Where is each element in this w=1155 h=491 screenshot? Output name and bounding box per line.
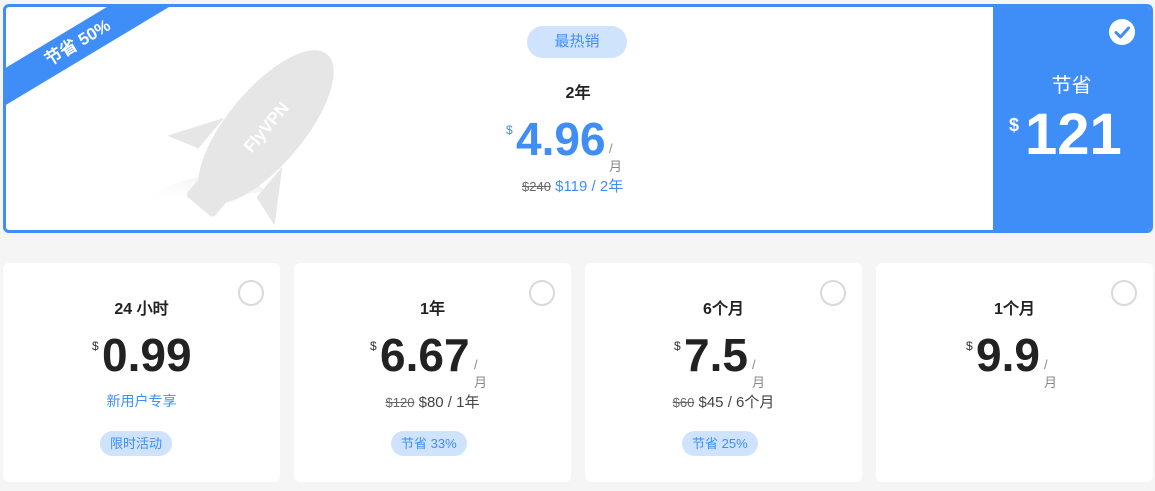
plan-term: 24 小时 bbox=[114, 301, 169, 318]
plan-badge: 节省 33% bbox=[391, 431, 467, 456]
plan-currency: $ bbox=[370, 339, 377, 353]
featured-amount: 4.96 bbox=[516, 113, 606, 165]
plan-amount: 6.67 bbox=[380, 329, 470, 381]
plan-currency: $ bbox=[966, 339, 973, 353]
plan-original-price: $60 bbox=[672, 395, 695, 410]
bestseller-badge: 最热销 bbox=[527, 26, 627, 58]
plan-unit: /月 bbox=[474, 357, 488, 390]
plan-original-price: $120 bbox=[385, 395, 415, 410]
plan-amount: 7.5 bbox=[684, 329, 748, 381]
plan-currency: $ bbox=[674, 339, 681, 353]
featured-original-price: $240 bbox=[522, 179, 551, 194]
plan-card-1y[interactable]: 1年 $ 6.67 /月 $120 $80 / 1年 节省 33% bbox=[294, 263, 571, 482]
featured-plan-card[interactable]: 节省 50% FlyVPN 最热销 2年 $ 4.96 /月 $240 $119… bbox=[3, 4, 1153, 233]
plan-unit: /月 bbox=[1044, 357, 1058, 390]
savings-currency: $ bbox=[1009, 115, 1020, 135]
plan-currency: $ bbox=[92, 339, 99, 353]
plan-total: $60 $45 / 6个月 bbox=[585, 391, 862, 412]
featured-total: $240 $119 / 2年 bbox=[522, 175, 623, 196]
plan-amount: 9.9 bbox=[976, 329, 1040, 381]
plan-card-6m[interactable]: 6个月 $ 7.5 /月 $60 $45 / 6个月 节省 25% bbox=[585, 263, 862, 482]
featured-term: 2年 bbox=[565, 85, 591, 102]
plan-badge: 限时活动 bbox=[100, 431, 173, 456]
featured-total-price: $119 / 2年 bbox=[555, 178, 624, 195]
plan-term: 1年 bbox=[420, 301, 445, 318]
plan-badge: 节省 25% bbox=[682, 431, 758, 456]
plan-total-price: $45 / 6个月 bbox=[698, 394, 775, 411]
plan-unit: /月 bbox=[752, 357, 766, 390]
savings-label: 节省 bbox=[1051, 75, 1092, 97]
plan-amount: 0.99 bbox=[102, 329, 192, 381]
savings-panel: 节省 $ 121 bbox=[993, 7, 1150, 230]
plan-note: 新用户专享 bbox=[106, 393, 177, 409]
plan-card-24h[interactable]: 24 小时 $ 0.99 新用户专享 限时活动 bbox=[3, 263, 280, 482]
featured-unit: /月 bbox=[609, 141, 623, 174]
selected-check[interactable] bbox=[1109, 19, 1135, 45]
plan-card-1m[interactable]: 1个月 $ 9.9 /月 bbox=[876, 263, 1153, 482]
rocket-icon: FlyVPN bbox=[136, 50, 334, 226]
plan-term: 6个月 bbox=[703, 301, 744, 318]
plan-term: 1个月 bbox=[994, 301, 1035, 318]
plan-total-price: $80 / 1年 bbox=[418, 394, 480, 411]
check-icon bbox=[1114, 26, 1130, 39]
plan-total: $120 $80 / 1年 bbox=[294, 391, 571, 412]
featured-currency: $ bbox=[506, 123, 513, 137]
savings-amount: 121 bbox=[1025, 102, 1122, 167]
